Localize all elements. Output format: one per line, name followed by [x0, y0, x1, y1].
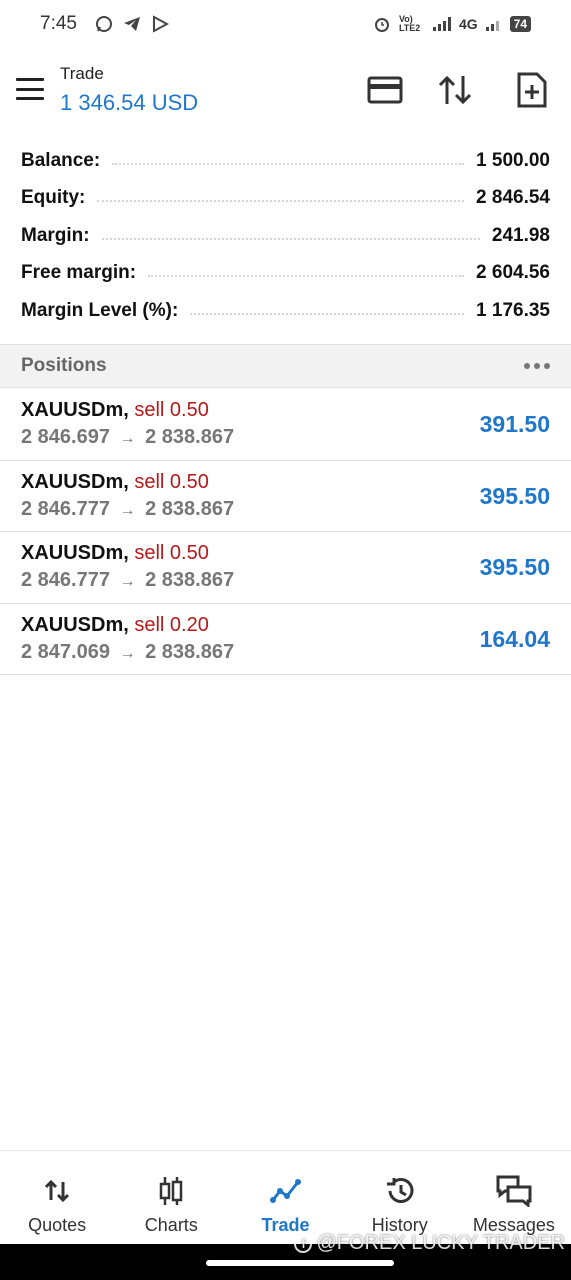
- arrow-icon: →: [119, 501, 136, 519]
- positions-header: Positions: [0, 344, 571, 388]
- position-symbol: XAUUSDm,: [21, 542, 129, 564]
- summary-value: 1 500.00: [476, 149, 550, 171]
- nav-quotes[interactable]: Quotes: [0, 1151, 114, 1244]
- new-order-icon[interactable]: [512, 70, 552, 110]
- summary-value: 1 176.35: [476, 299, 550, 321]
- position-profit: 395.50: [479, 554, 550, 580]
- header-balance: 1 346.54 USD: [60, 90, 199, 115]
- summary-row-margin: Margin: 241.98: [0, 217, 571, 255]
- position-current-price: 2 838.867: [145, 569, 235, 591]
- position-open-price: 2 846.777: [21, 497, 110, 520]
- position-row[interactable]: XAUUSDm, sell 0.50 2 846.777 → 2 838.867…: [0, 532, 571, 604]
- watermark-text: @FOREX LUCKY TRADER: [316, 1232, 565, 1254]
- sort-icon[interactable]: [435, 70, 475, 110]
- position-price-line: 2 846.697 → 2 838.867: [21, 426, 234, 449]
- summary-value: 2 604.56: [476, 262, 550, 284]
- position-side: sell 0.50: [134, 470, 209, 493]
- position-open-price: 2 846.697: [21, 426, 110, 448]
- position-side: sell 0.20: [134, 613, 209, 636]
- positions-title: Positions: [21, 355, 107, 376]
- summary-row-balance: Balance: 1 500.00: [0, 142, 571, 180]
- arrow-icon: →: [119, 644, 136, 662]
- position-current-price: 2 838.867: [145, 497, 235, 520]
- nav-label: Quotes: [28, 1215, 87, 1235]
- bottom-nav: Quotes Charts Trade History Messages: [0, 1150, 571, 1244]
- position-price-line: 2 846.777 → 2 838.867: [21, 498, 234, 521]
- position-profit: 391.50: [479, 411, 550, 437]
- dotted-leader: [97, 200, 465, 203]
- position-profit: 164.04: [479, 625, 550, 652]
- trade-icon: [269, 1175, 302, 1207]
- nav-trade[interactable]: Trade: [228, 1151, 342, 1244]
- summary-row-free-margin: Free margin: 2 604.56: [0, 255, 571, 293]
- summary-value: 241.98: [491, 224, 550, 246]
- summary-label: Balance:: [21, 149, 101, 171]
- status-time: 7:45: [40, 13, 77, 34]
- position-side: sell 0.50: [134, 542, 209, 564]
- position-price-line: 2 847.069 → 2 838.867: [21, 641, 234, 664]
- position-symbol: XAUUSDm,: [21, 470, 129, 493]
- position-current-price: 2 838.867: [145, 640, 235, 663]
- dotted-leader: [112, 162, 465, 165]
- position-open-price: 2 847.069: [21, 640, 110, 663]
- position-title-line: XAUUSDm, sell 0.50: [21, 471, 209, 494]
- position-row[interactable]: XAUUSDm, sell 0.50 2 846.697 → 2 838.867…: [0, 389, 571, 461]
- position-current-price: 2 838.867: [145, 426, 235, 448]
- volte-label: Vo) LTE2: [398, 14, 421, 33]
- summary-label: Margin:: [21, 224, 90, 246]
- summary-label: Equity:: [21, 187, 86, 209]
- position-side: sell 0.50: [134, 399, 209, 421]
- summary-row-equity: Equity: 2 846.54: [0, 180, 571, 218]
- page-title: Trade: [60, 64, 104, 83]
- play-icon: [151, 15, 169, 33]
- position-row[interactable]: XAUUSDm, sell 0.20 2 847.069 → 2 838.867…: [0, 604, 571, 675]
- watermark: f @FOREX LUCKY TRADER: [294, 1232, 565, 1255]
- summary-row-margin-level: Margin Level (%): 1 176.35: [0, 292, 571, 330]
- quotes-icon: [44, 1175, 70, 1207]
- nav-messages[interactable]: Messages: [457, 1151, 571, 1244]
- positions-list: XAUUSDm, sell 0.50 2 846.697 → 2 838.867…: [0, 389, 571, 675]
- dotted-leader: [148, 275, 465, 278]
- position-price-line: 2 846.777 → 2 838.867: [21, 569, 234, 592]
- dotted-leader: [190, 312, 465, 315]
- alarm-icon: [373, 15, 391, 33]
- signal-2-icon: [485, 17, 502, 31]
- position-symbol: XAUUSDm,: [21, 613, 129, 636]
- signal-icon: [432, 17, 451, 31]
- arrow-icon: →: [119, 430, 136, 447]
- position-profit: 395.50: [479, 482, 550, 509]
- more-options-icon[interactable]: [524, 363, 550, 369]
- menu-icon[interactable]: [16, 78, 44, 100]
- arrow-icon: →: [119, 573, 136, 590]
- nav-history[interactable]: History: [343, 1151, 457, 1244]
- position-title-line: XAUUSDm, sell 0.20: [21, 614, 209, 637]
- position-symbol: XAUUSDm,: [21, 399, 129, 421]
- position-title-line: XAUUSDm, sell 0.50: [21, 542, 209, 565]
- deposit-card-icon[interactable]: [365, 70, 405, 110]
- app-header: Trade 1 346.54 USD: [0, 56, 571, 126]
- battery-indicator: 74: [509, 16, 531, 32]
- history-icon: [384, 1175, 416, 1207]
- position-title-line: XAUUSDm, sell 0.50: [21, 399, 209, 422]
- network-label: 4G: [458, 16, 478, 32]
- summary-label: Margin Level (%):: [21, 299, 179, 321]
- charts-icon: [158, 1175, 184, 1207]
- whatsapp-icon: [95, 15, 113, 33]
- status-bar: 7:45 Vo) LTE2 4G 74: [0, 0, 571, 48]
- nav-label: Charts: [144, 1215, 198, 1235]
- nav-charts[interactable]: Charts: [114, 1151, 228, 1244]
- messages-icon: [496, 1175, 532, 1207]
- summary-value: 2 846.54: [476, 187, 550, 209]
- status-right: Vo) LTE2 4G 74: [373, 15, 531, 33]
- telegram-icon: [123, 15, 141, 33]
- position-row[interactable]: XAUUSDm, sell 0.50 2 846.777 → 2 838.867…: [0, 461, 571, 532]
- facebook-icon: f: [294, 1234, 313, 1253]
- summary-label: Free margin:: [21, 262, 137, 284]
- dotted-leader: [101, 237, 480, 240]
- status-left: 7:45: [40, 13, 169, 35]
- home-gesture-bar[interactable]: [206, 1260, 394, 1266]
- position-open-price: 2 846.777: [21, 569, 110, 591]
- account-summary: Balance: 1 500.00 Equity: 2 846.54 Margi…: [0, 142, 571, 330]
